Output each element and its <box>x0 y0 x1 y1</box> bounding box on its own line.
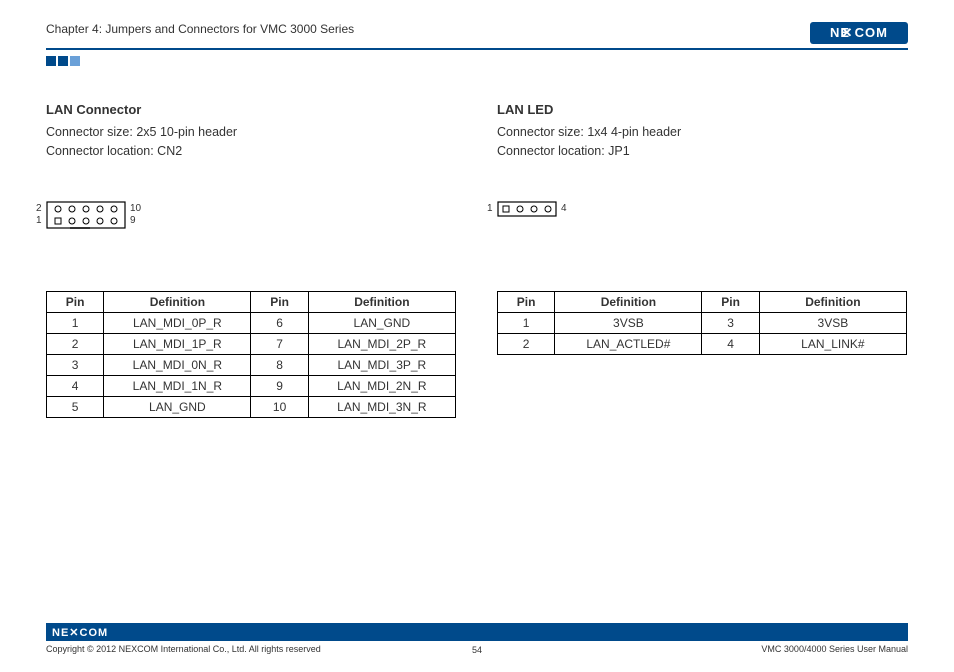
pin-label: 4 <box>561 203 567 214</box>
table-row: 4 LAN_MDI_1N_R 9 LAN_MDI_2N_R <box>47 375 456 396</box>
header-2x5-icon <box>46 201 130 231</box>
col-def: Definition <box>759 291 906 312</box>
cell-def: LAN_MDI_3N_R <box>308 396 455 417</box>
pin-label: 2 <box>36 203 42 214</box>
table-row: 3 LAN_MDI_0N_R 8 LAN_MDI_3P_R <box>47 354 456 375</box>
cell-def: LAN_MDI_1N_R <box>104 375 251 396</box>
cell-def: 3VSB <box>555 312 702 333</box>
cell-pin: 1 <box>498 312 555 333</box>
cell-pin: 2 <box>47 333 104 354</box>
cell-def: LAN_GND <box>104 396 251 417</box>
section-title: LAN LED <box>497 102 908 117</box>
nexcom-logo-icon: NE✕COM <box>52 625 128 639</box>
connector-size: Connector size: 2x5 10-pin header <box>46 123 457 142</box>
cell-def: LAN_LINK# <box>759 333 906 354</box>
connector-diagram-2x5: 2 1 10 9 <box>46 201 130 234</box>
cell-def: 3VSB <box>759 312 906 333</box>
table-row: 5 LAN_GND 10 LAN_MDI_3N_R <box>47 396 456 417</box>
square-icon <box>70 56 80 66</box>
footer-page-number: 54 <box>46 645 908 655</box>
cell-def: LAN_GND <box>308 312 455 333</box>
connector-location: Connector location: JP1 <box>497 142 908 161</box>
lan-led-table: Pin Definition Pin Definition 1 3VSB 3 3… <box>497 291 907 355</box>
table-header-row: Pin Definition Pin Definition <box>47 291 456 312</box>
cell-pin: 4 <box>47 375 104 396</box>
cell-pin: 7 <box>251 333 308 354</box>
cell-def: LAN_MDI_2P_R <box>308 333 455 354</box>
cell-def: LAN_MDI_3P_R <box>308 354 455 375</box>
col-pin: Pin <box>251 291 308 312</box>
section-title: LAN Connector <box>46 102 457 117</box>
nexcom-logo-icon: NE COM ✕ <box>810 22 908 44</box>
pin-label: 1 <box>36 215 42 226</box>
cell-pin: 4 <box>702 333 759 354</box>
brand-logo-top: NE COM ✕ <box>810 22 908 44</box>
square-icon <box>58 56 68 66</box>
cell-pin: 5 <box>47 396 104 417</box>
cell-pin: 1 <box>47 312 104 333</box>
connector-diagram-1x4: 1 4 <box>497 201 561 222</box>
header-1x4-icon <box>497 201 561 219</box>
chapter-title: Chapter 4: Jumpers and Connectors for VM… <box>46 22 354 36</box>
lan-connector-table: Pin Definition Pin Definition 1 LAN_MDI_… <box>46 291 456 418</box>
col-pin: Pin <box>702 291 759 312</box>
cell-pin: 9 <box>251 375 308 396</box>
col-pin: Pin <box>47 291 104 312</box>
cell-def: LAN_MDI_2N_R <box>308 375 455 396</box>
table-row: 2 LAN_ACTLED# 4 LAN_LINK# <box>498 333 907 354</box>
table-header-row: Pin Definition Pin Definition <box>498 291 907 312</box>
table-row: 1 LAN_MDI_0P_R 6 LAN_GND <box>47 312 456 333</box>
cell-pin: 8 <box>251 354 308 375</box>
svg-text:NE✕COM: NE✕COM <box>52 627 108 639</box>
connector-size: Connector size: 1x4 4-pin header <box>497 123 908 142</box>
connector-location: Connector location: CN2 <box>46 142 457 161</box>
pin-label: 9 <box>130 215 136 226</box>
table-row: 2 LAN_MDI_1P_R 7 LAN_MDI_2P_R <box>47 333 456 354</box>
col-def: Definition <box>104 291 251 312</box>
cell-def: LAN_MDI_0P_R <box>104 312 251 333</box>
cell-def: LAN_ACTLED# <box>555 333 702 354</box>
cell-pin: 6 <box>251 312 308 333</box>
pin-label: 10 <box>130 203 141 214</box>
pin-label: 1 <box>487 203 493 214</box>
cell-pin: 3 <box>47 354 104 375</box>
footer-brand-bar: NE✕COM <box>46 623 908 641</box>
cell-def: LAN_MDI_0N_R <box>104 354 251 375</box>
lan-connector-section: LAN Connector Connector size: 2x5 10-pin… <box>46 102 457 418</box>
svg-text:NE COM: NE COM <box>830 25 888 40</box>
cell-pin: 3 <box>702 312 759 333</box>
footer: NE✕COM Copyright © 2012 NEXCOM Internati… <box>46 623 908 654</box>
col-pin: Pin <box>498 291 555 312</box>
lan-led-section: LAN LED Connector size: 1x4 4-pin header… <box>497 102 908 418</box>
table-row: 1 3VSB 3 3VSB <box>498 312 907 333</box>
cell-pin: 2 <box>498 333 555 354</box>
header-bar: Chapter 4: Jumpers and Connectors for VM… <box>46 22 908 50</box>
square-icon <box>46 56 56 66</box>
col-def: Definition <box>308 291 455 312</box>
cell-def: LAN_MDI_1P_R <box>104 333 251 354</box>
cell-pin: 10 <box>251 396 308 417</box>
col-def: Definition <box>555 291 702 312</box>
decor-squares <box>46 56 908 66</box>
svg-text:✕: ✕ <box>842 25 853 40</box>
